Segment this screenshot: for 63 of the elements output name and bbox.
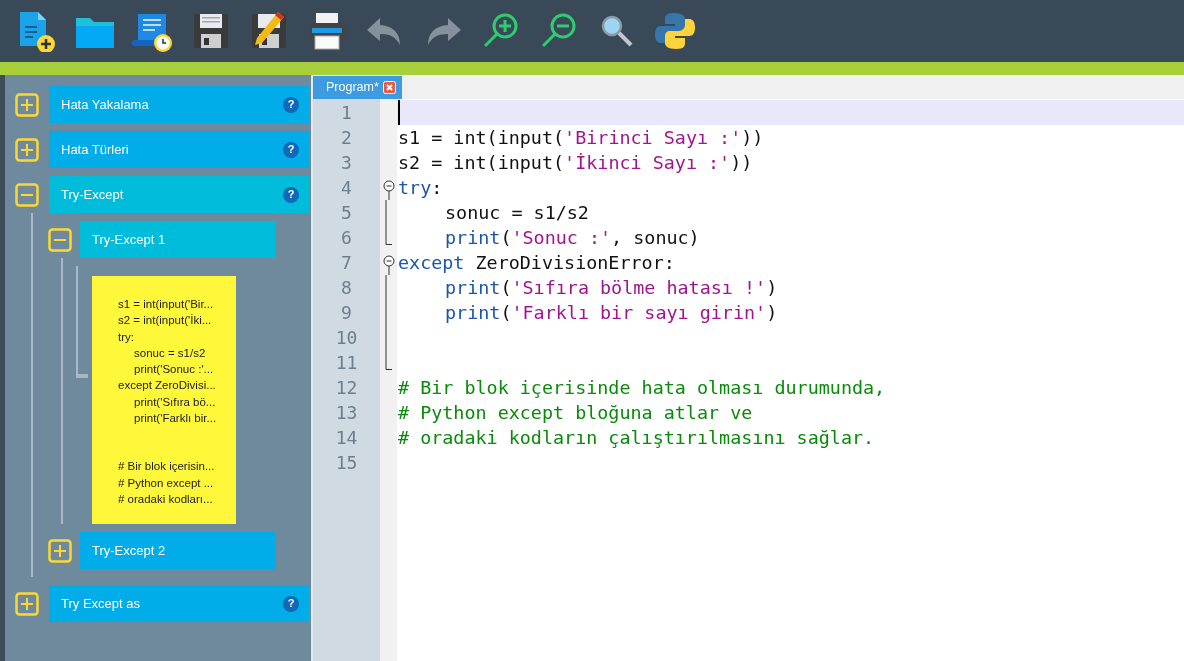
help-icon[interactable]: ? [283, 96, 299, 113]
help-icon[interactable]: ? [283, 141, 299, 158]
line-number: 8 [340, 276, 353, 300]
line-number: 10 [334, 326, 359, 350]
tree-item[interactable]: Hata Yakalama ? [49, 86, 309, 123]
code-line: # Bir blok içerisinde hata olması durumunda, [397, 375, 887, 400]
code-line: # oradaki kodları... [118, 491, 214, 507]
fold-line [385, 200, 387, 225]
line-number: 7 [340, 251, 353, 275]
line-number: 13 [334, 401, 359, 425]
code-line: s1 = int(input('Birinci Sayı :')) [397, 125, 765, 150]
expand-icon[interactable] [15, 137, 39, 162]
collapse-icon[interactable] [15, 182, 39, 207]
code-line: except ZeroDivisi... [118, 378, 217, 394]
close-icon[interactable] [382, 81, 396, 94]
tree-item[interactable]: Hata Türleri ? [49, 131, 309, 168]
tree-item-label: Try-Except [61, 185, 125, 204]
help-icon[interactable]: ? [283, 595, 299, 612]
code-line: s1 = int(input('Bir... [118, 297, 215, 312]
code-line: # Python except bloğuna atlar ve [397, 400, 754, 425]
line-number: 6 [340, 226, 353, 250]
tree-item[interactable]: Try-Except ? [49, 176, 309, 213]
code-line: # Bir blok içerisin... [118, 459, 216, 475]
code-line: print('Sıfıra bö... [133, 394, 217, 410]
code-line: sonuc = s1/s2 [133, 345, 207, 361]
code-line: try: [118, 329, 135, 345]
line-number: 1 [340, 101, 353, 125]
tree-item-label: Try-Except 2 [92, 541, 167, 560]
line-number: 3 [340, 151, 353, 175]
expand-icon[interactable] [48, 538, 72, 563]
code-line: try: [397, 175, 444, 200]
code-line: print('Farklı bir... [133, 411, 218, 427]
code-line: # Python except ... [118, 475, 215, 491]
editor-tab[interactable]: Program* [313, 76, 402, 99]
expand-icon[interactable] [15, 92, 39, 117]
code-line: except ZeroDivisionError: [397, 250, 676, 275]
code-line: print('Sonuc :', sonuc) [444, 225, 701, 250]
collapse-icon[interactable] [48, 227, 72, 252]
line-number: 5 [340, 201, 353, 225]
code-line: sonuc = s1/s2 [444, 200, 590, 225]
code-line: s2 = int(input('İki... [118, 313, 213, 329]
line-number: 4 [340, 176, 353, 200]
line-number: 14 [334, 426, 359, 450]
expand-icon[interactable] [15, 591, 39, 616]
code-line: print('Sonuc :'... [133, 362, 215, 378]
line-number: 15 [334, 451, 359, 475]
tree-item[interactable]: Try Except as ? [49, 585, 309, 622]
help-icon[interactable]: ? [283, 186, 299, 203]
code-line: print('Farklı bir sayı girin') [444, 300, 779, 325]
tree-item-label: Try Except as [61, 594, 141, 613]
line-number: 11 [334, 351, 359, 375]
code-line: s2 = int(input('İkinci Sayı :')) [397, 150, 754, 175]
tree-item-label: Hata Yakalama [61, 95, 150, 114]
printer-icon[interactable] [306, 10, 348, 52]
tree-item-label: Hata Türleri [61, 140, 130, 159]
line-number: 9 [340, 301, 353, 325]
tree-item-label: Try-Except 1 [92, 230, 167, 249]
two-snakes-icon[interactable] [654, 10, 696, 52]
text-cursor [398, 100, 400, 125]
code-line: # oradaki kodların çalıştırılmasını sağlar. [397, 425, 876, 450]
code-line: print('Sıfıra bölme hatası !') [444, 275, 779, 300]
line-number: 2 [340, 126, 353, 150]
line-number: 12 [334, 376, 359, 400]
